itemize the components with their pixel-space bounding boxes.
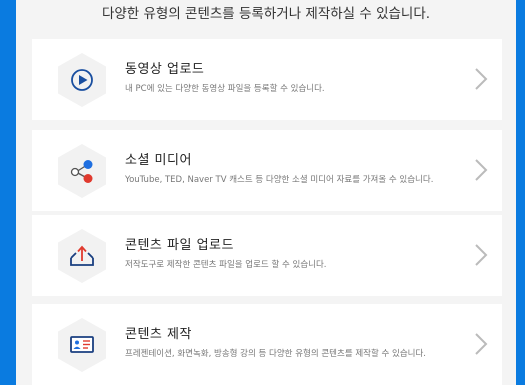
play-icon (71, 69, 93, 91)
content-file-upload-title: 콘텐츠 파일 업로드 (125, 238, 234, 253)
share-icon (70, 160, 93, 183)
content-creation-option[interactable]: 콘텐츠 제작 프레젠테이션, 화면녹화, 방송형 강의 등 다양한 유형의 콘텐… (32, 304, 502, 385)
chevron-right-icon (475, 244, 488, 266)
window-frame-left (0, 0, 16, 385)
id-card-icon (70, 336, 94, 353)
social-media-option[interactable]: 소셜 미디어 YouTube, TED, Naver TV 캐스트 등 다양한 … (32, 130, 502, 211)
video-upload-description: 내 PC에 있는 다양한 동영상 파일을 등록할 수 있습니다. (125, 84, 325, 94)
video-upload-option[interactable]: 동영상 업로드 내 PC에 있는 다양한 동영상 파일을 등록할 수 있습니다. (32, 39, 502, 120)
chevron-right-icon (475, 333, 488, 355)
content-creation-icon-badge (54, 317, 110, 373)
video-upload-icon-badge (54, 52, 110, 108)
window-frame-right (516, 0, 525, 385)
chevron-right-icon (475, 159, 488, 181)
content-type-panel: 다양한 유형의 콘텐츠를 등록하거나 제작하실 수 있습니다. 동영상 업로드 … (16, 0, 516, 385)
content-creation-title: 콘텐츠 제작 (125, 327, 192, 342)
content-file-upload-icon-badge (54, 228, 110, 284)
panel-header-text: 다양한 유형의 콘텐츠를 등록하거나 제작하실 수 있습니다. (101, 6, 431, 22)
social-media-icon-badge (54, 143, 110, 199)
social-media-description: YouTube, TED, Naver TV 캐스트 등 다양한 소셜 미디어 … (125, 175, 434, 185)
content-creation-description: 프레젠테이션, 화면녹화, 방송형 강의 등 다양한 유형의 콘텐츠를 제작할 … (125, 349, 427, 359)
upload-tray-icon (70, 245, 94, 266)
content-file-upload-description: 저작도구로 제작한 콘텐츠 파일을 업로드 할 수 있습니다. (125, 260, 327, 270)
chevron-right-icon (475, 68, 488, 90)
content-file-upload-option[interactable]: 콘텐츠 파일 업로드 저작도구로 제작한 콘텐츠 파일을 업로드 할 수 있습니… (32, 215, 502, 296)
video-upload-title: 동영상 업로드 (125, 62, 205, 77)
social-media-title: 소셜 미디어 (125, 153, 192, 168)
